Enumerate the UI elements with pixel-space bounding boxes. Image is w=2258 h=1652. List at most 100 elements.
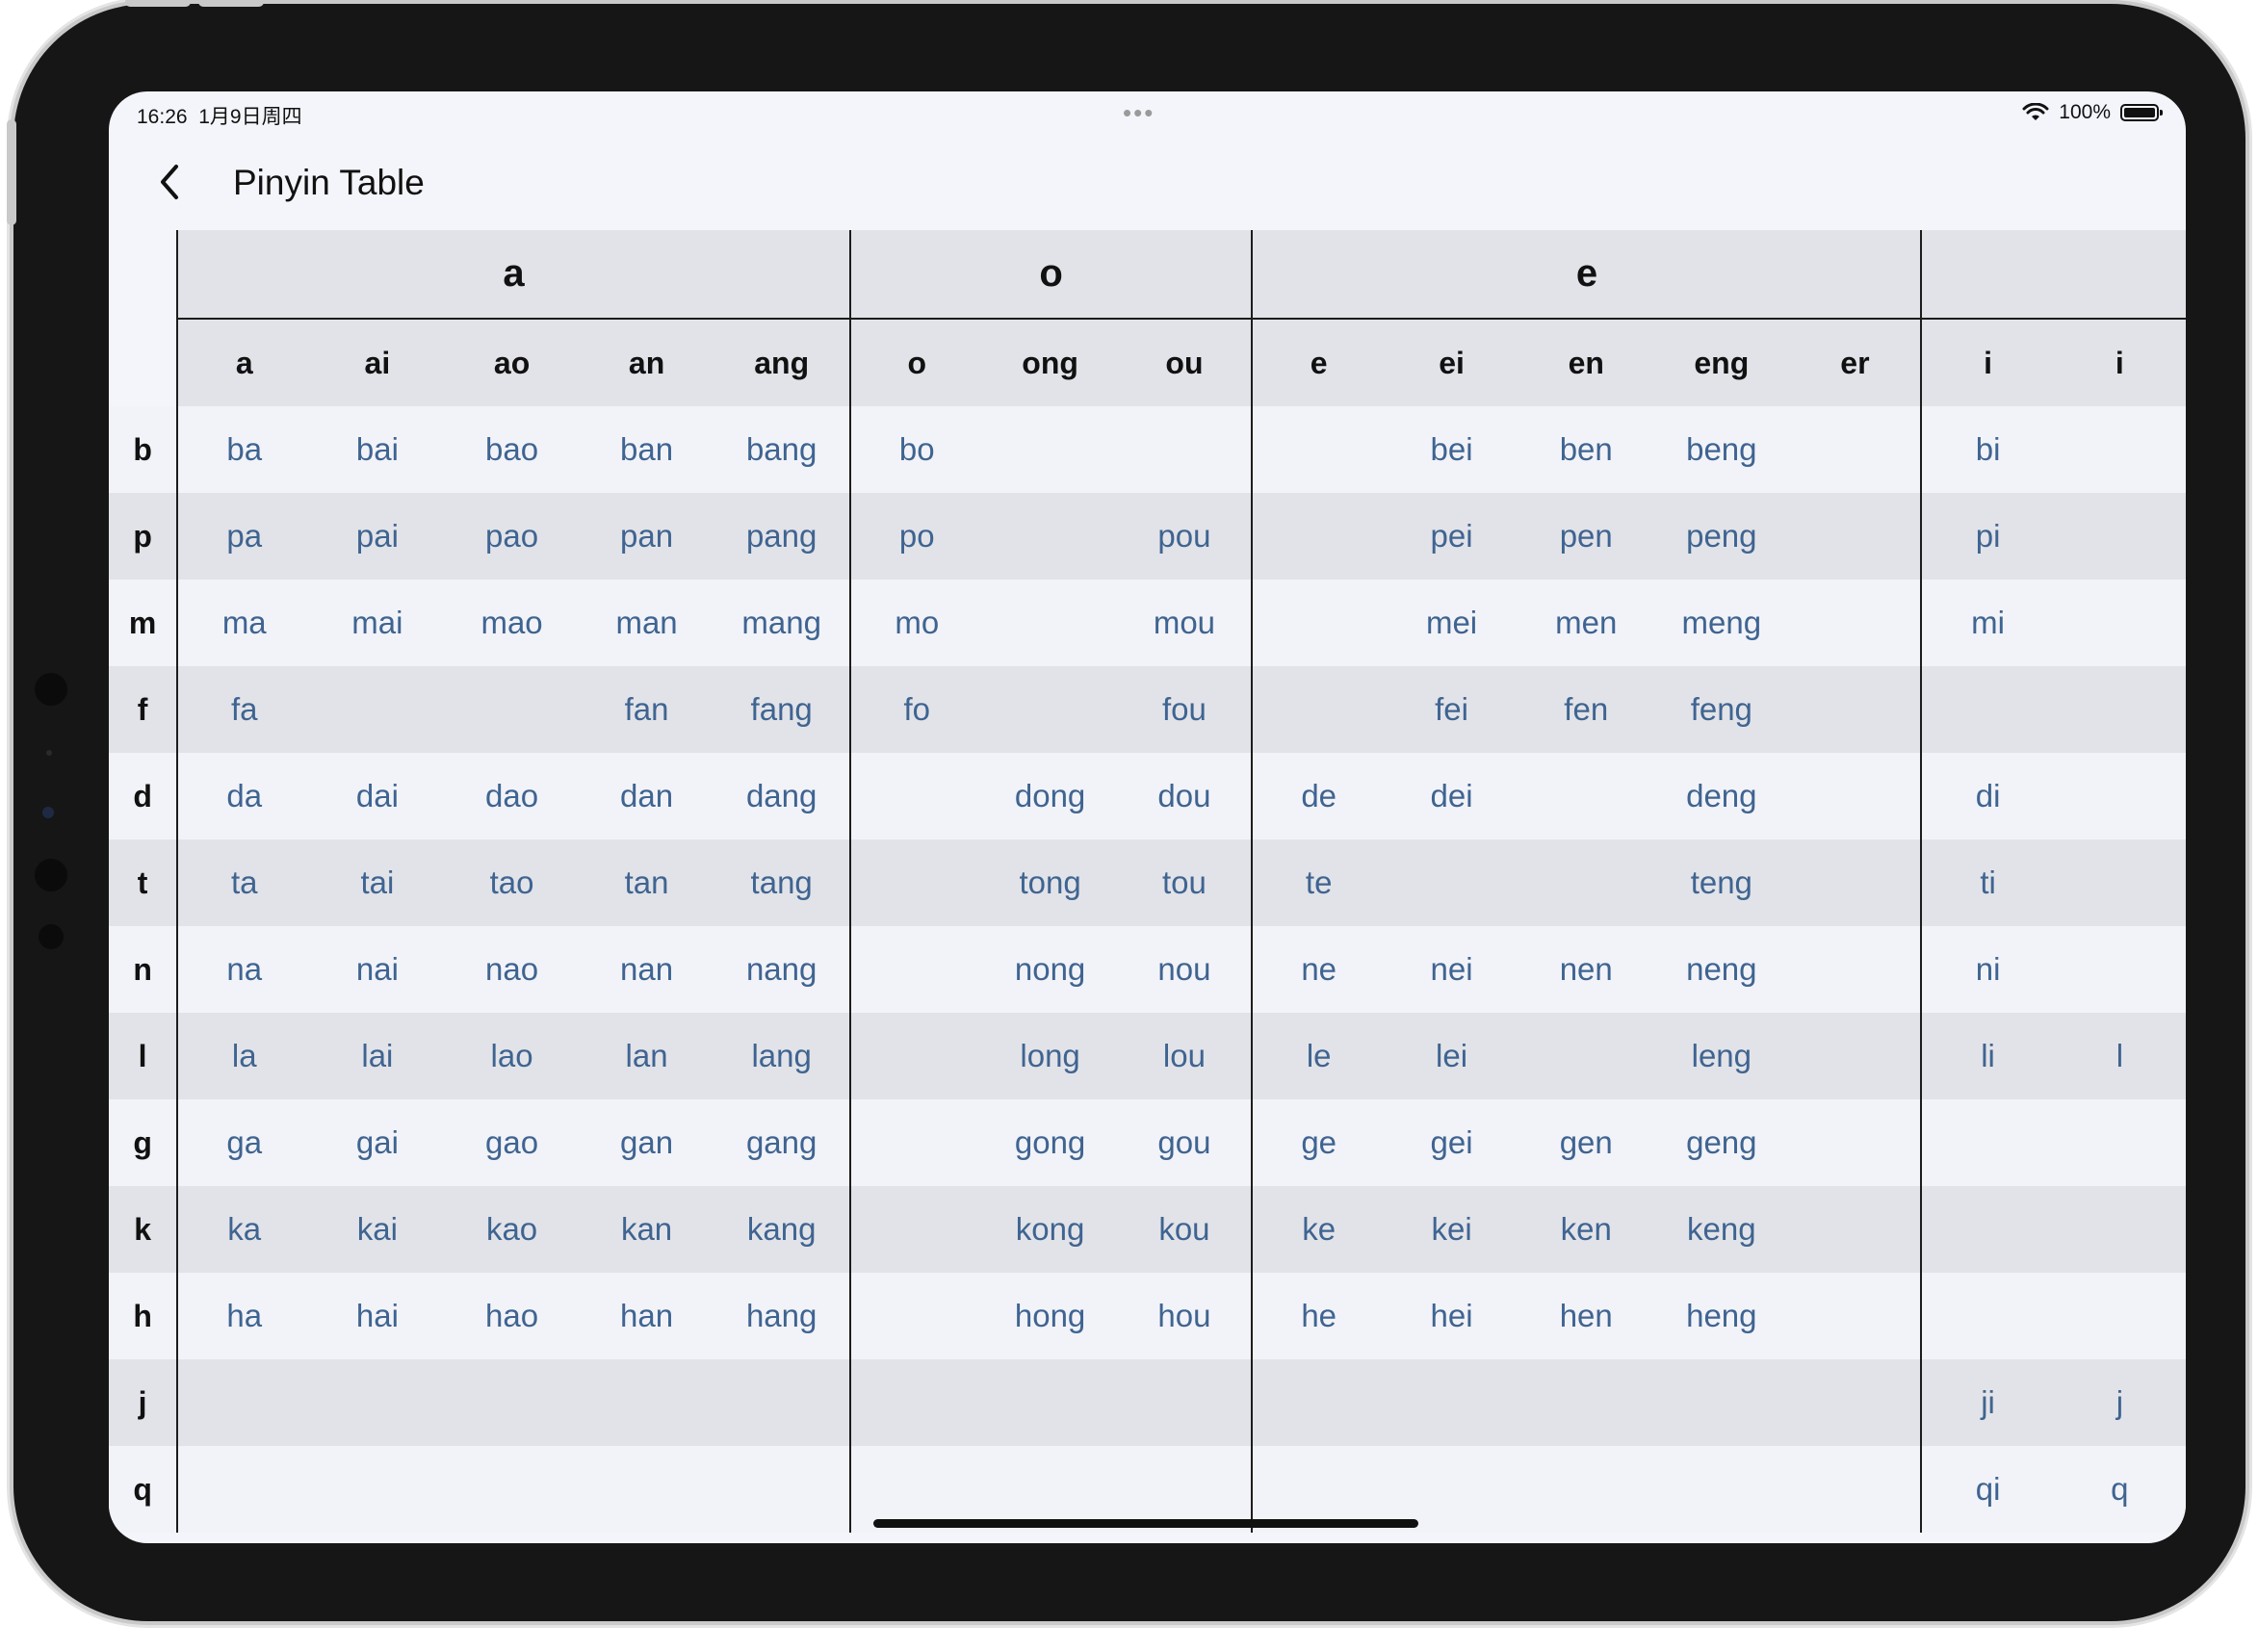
- syllable-cell[interactable]: nei: [1384, 926, 1519, 1013]
- syllable-cell[interactable]: nai: [310, 926, 445, 1013]
- syllable-cell[interactable]: pa: [176, 493, 311, 580]
- syllable-cell[interactable]: he: [1251, 1273, 1385, 1359]
- syllable-cell[interactable]: teng: [1653, 839, 1790, 926]
- syllable-cell[interactable]: keng: [1653, 1186, 1790, 1273]
- syllable-cell[interactable]: dei: [1384, 753, 1519, 839]
- syllable-cell[interactable]: kao: [444, 1186, 580, 1273]
- syllable-cell[interactable]: peng: [1653, 493, 1790, 580]
- syllable-cell[interactable]: nong: [982, 926, 1118, 1013]
- syllable-cell[interactable]: tang: [714, 839, 849, 926]
- syllable-cell[interactable]: lang: [714, 1013, 849, 1099]
- syllable-cell[interactable]: feng: [1653, 666, 1790, 753]
- syllable-cell[interactable]: q: [2053, 1446, 2186, 1533]
- syllable-cell[interactable]: pai: [310, 493, 445, 580]
- syllable-cell[interactable]: kei: [1384, 1186, 1519, 1273]
- syllable-cell[interactable]: beng: [1653, 406, 1790, 493]
- syllable-cell[interactable]: kai: [310, 1186, 445, 1273]
- syllable-cell[interactable]: bai: [310, 406, 445, 493]
- syllable-cell[interactable]: qi: [1920, 1446, 2054, 1533]
- syllable-cell[interactable]: fa: [176, 666, 311, 753]
- syllable-cell[interactable]: gan: [579, 1099, 714, 1186]
- syllable-cell[interactable]: na: [176, 926, 311, 1013]
- syllable-cell[interactable]: pei: [1384, 493, 1519, 580]
- syllable-cell[interactable]: ji: [1920, 1359, 2054, 1446]
- syllable-cell[interactable]: gen: [1518, 1099, 1654, 1186]
- syllable-cell[interactable]: bang: [714, 406, 849, 493]
- syllable-cell[interactable]: ge: [1251, 1099, 1385, 1186]
- syllable-cell[interactable]: mi: [1920, 580, 2054, 666]
- syllable-cell[interactable]: j: [2053, 1359, 2186, 1446]
- syllable-cell[interactable]: fang: [714, 666, 849, 753]
- syllable-cell[interactable]: nao: [444, 926, 580, 1013]
- syllable-cell[interactable]: gou: [1117, 1099, 1252, 1186]
- syllable-cell[interactable]: lai: [310, 1013, 445, 1099]
- syllable-cell[interactable]: ti: [1920, 839, 2054, 926]
- syllable-cell[interactable]: men: [1518, 580, 1654, 666]
- syllable-cell[interactable]: lan: [579, 1013, 714, 1099]
- syllable-cell[interactable]: long: [982, 1013, 1118, 1099]
- syllable-cell[interactable]: dai: [310, 753, 445, 839]
- syllable-cell[interactable]: hou: [1117, 1273, 1252, 1359]
- syllable-cell[interactable]: bi: [1920, 406, 2054, 493]
- syllable-cell[interactable]: li: [1920, 1013, 2054, 1099]
- syllable-cell[interactable]: tong: [982, 839, 1118, 926]
- syllable-cell[interactable]: ma: [176, 580, 311, 666]
- syllable-cell[interactable]: kong: [982, 1186, 1118, 1273]
- syllable-cell[interactable]: gei: [1384, 1099, 1519, 1186]
- syllable-cell[interactable]: dao: [444, 753, 580, 839]
- syllable-cell[interactable]: mo: [848, 580, 983, 666]
- syllable-cell[interactable]: gong: [982, 1099, 1118, 1186]
- multitasking-grabber[interactable]: •••: [1123, 100, 1155, 125]
- syllable-cell[interactable]: kang: [714, 1186, 849, 1273]
- syllable-cell[interactable]: hei: [1384, 1273, 1519, 1359]
- syllable-cell[interactable]: mang: [714, 580, 849, 666]
- syllable-cell[interactable]: pang: [714, 493, 849, 580]
- syllable-cell[interactable]: nang: [714, 926, 849, 1013]
- syllable-cell[interactable]: hen: [1518, 1273, 1654, 1359]
- syllable-cell[interactable]: tan: [579, 839, 714, 926]
- syllable-cell[interactable]: kan: [579, 1186, 714, 1273]
- back-button[interactable]: [143, 153, 201, 211]
- syllable-cell[interactable]: ba: [176, 406, 311, 493]
- syllable-cell[interactable]: dang: [714, 753, 849, 839]
- syllable-cell[interactable]: fen: [1518, 666, 1654, 753]
- syllable-cell[interactable]: deng: [1653, 753, 1790, 839]
- syllable-cell[interactable]: neng: [1653, 926, 1790, 1013]
- syllable-cell[interactable]: tao: [444, 839, 580, 926]
- syllable-cell[interactable]: mei: [1384, 580, 1519, 666]
- syllable-cell[interactable]: ban: [579, 406, 714, 493]
- syllable-cell[interactable]: kou: [1117, 1186, 1252, 1273]
- syllable-cell[interactable]: tou: [1117, 839, 1252, 926]
- syllable-cell[interactable]: fou: [1117, 666, 1252, 753]
- syllable-cell[interactable]: le: [1251, 1013, 1385, 1099]
- syllable-cell[interactable]: nou: [1117, 926, 1252, 1013]
- syllable-cell[interactable]: de: [1251, 753, 1385, 839]
- syllable-cell[interactable]: leng: [1653, 1013, 1790, 1099]
- syllable-cell[interactable]: ni: [1920, 926, 2054, 1013]
- syllable-cell[interactable]: pao: [444, 493, 580, 580]
- home-indicator[interactable]: [873, 1519, 1418, 1528]
- syllable-cell[interactable]: nan: [579, 926, 714, 1013]
- syllable-cell[interactable]: bo: [848, 406, 983, 493]
- syllable-cell[interactable]: mou: [1117, 580, 1252, 666]
- syllable-cell[interactable]: tai: [310, 839, 445, 926]
- pinyin-table[interactable]: aoe a ai ao an ang o ong ou e ei en eng er i i b ba bai b…: [109, 230, 2186, 1533]
- syllable-cell[interactable]: di: [1920, 753, 2054, 839]
- syllable-cell[interactable]: ken: [1518, 1186, 1654, 1273]
- syllable-cell[interactable]: mao: [444, 580, 580, 666]
- syllable-cell[interactable]: da: [176, 753, 311, 839]
- syllable-cell[interactable]: te: [1251, 839, 1385, 926]
- syllable-cell[interactable]: ne: [1251, 926, 1385, 1013]
- syllable-cell[interactable]: geng: [1653, 1099, 1790, 1186]
- syllable-cell[interactable]: ga: [176, 1099, 311, 1186]
- syllable-cell[interactable]: pi: [1920, 493, 2054, 580]
- syllable-cell[interactable]: ta: [176, 839, 311, 926]
- syllable-cell[interactable]: pan: [579, 493, 714, 580]
- syllable-cell[interactable]: dou: [1117, 753, 1252, 839]
- syllable-cell[interactable]: lao: [444, 1013, 580, 1099]
- syllable-cell[interactable]: meng: [1653, 580, 1790, 666]
- syllable-cell[interactable]: nen: [1518, 926, 1654, 1013]
- syllable-cell[interactable]: ka: [176, 1186, 311, 1273]
- syllable-cell[interactable]: l: [2053, 1013, 2186, 1099]
- syllable-cell[interactable]: hao: [444, 1273, 580, 1359]
